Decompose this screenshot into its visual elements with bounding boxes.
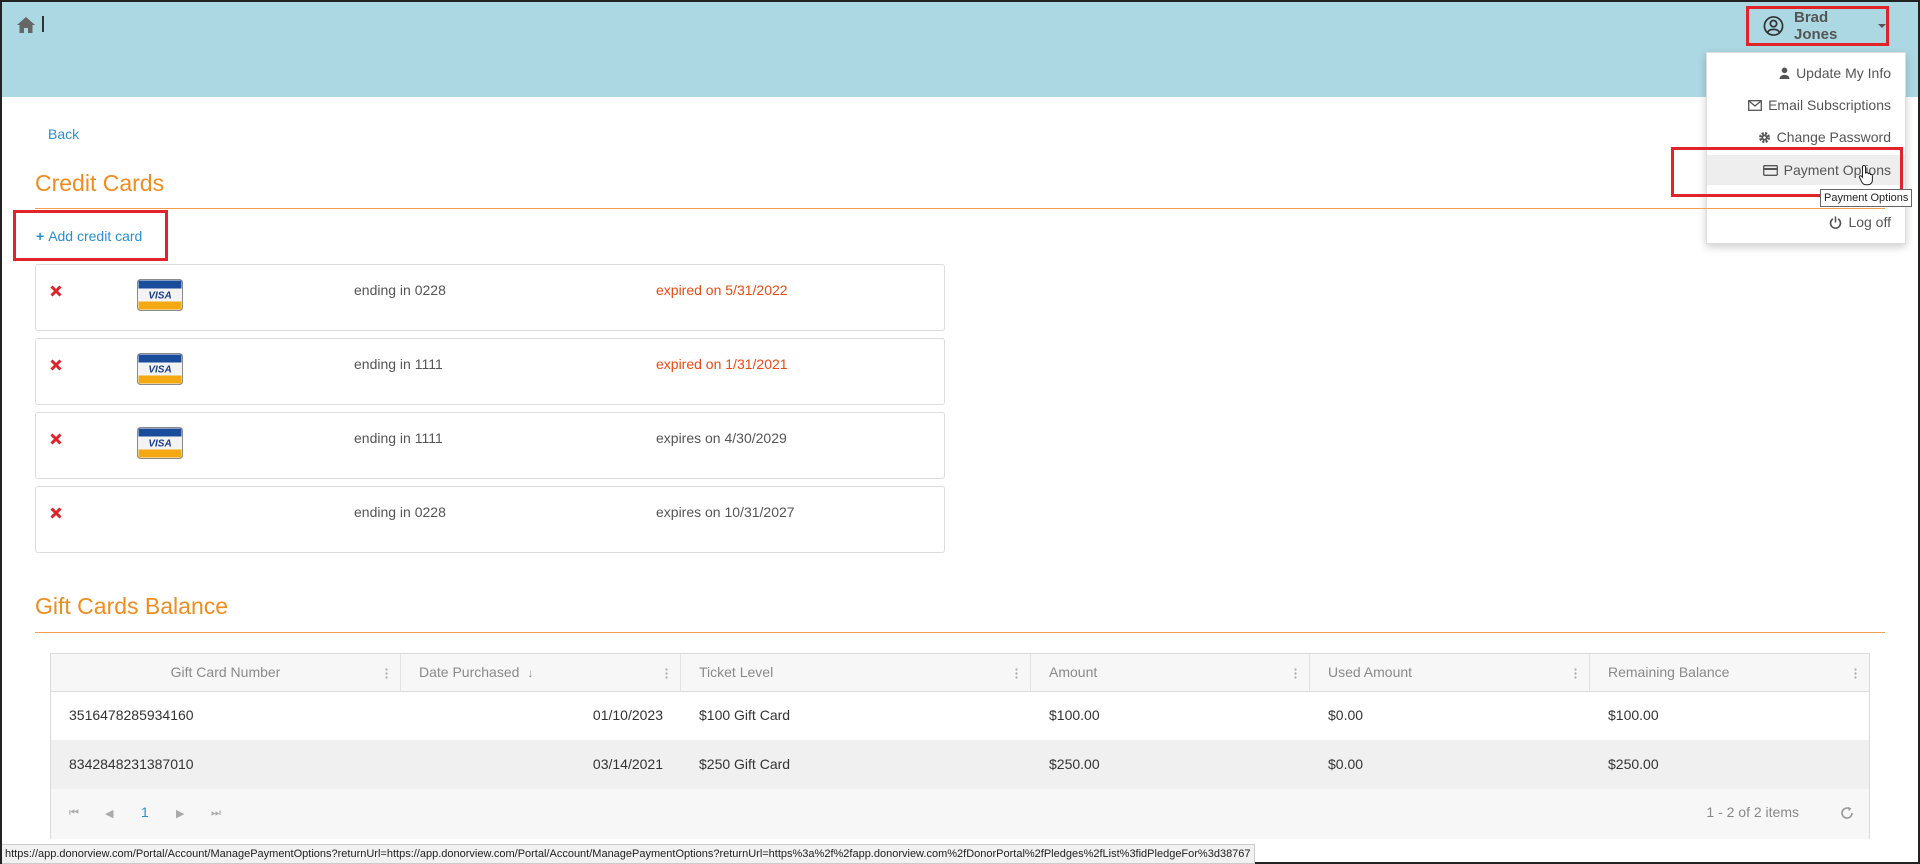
pager: ⏮ ◀ 1 ▶ ⏭ 1 - 2 of 2 items (51, 789, 1869, 839)
svg-text:VISA: VISA (148, 439, 171, 450)
envelope-icon (1748, 99, 1763, 111)
visa-card-icon: VISA (137, 353, 183, 385)
card-ending: ending in 0228 (354, 504, 446, 520)
cell-amount: $100.00 (1049, 707, 1100, 723)
add-credit-card-button[interactable]: + Add credit card (13, 210, 168, 261)
cell-ticket-level: $250 Gift Card (699, 756, 791, 772)
menu-item-log-off[interactable]: Log off (1829, 210, 1891, 234)
card-expiry: expired on 1/31/2021 (656, 356, 788, 372)
cell-amount: $250.00 (1049, 756, 1100, 772)
column-header-remaining-balance[interactable]: Remaining Balance (1590, 654, 1869, 691)
back-link[interactable]: Back (48, 126, 79, 142)
table-row[interactable]: 3516478285934160 01/10/2023 $100 Gift Ca… (51, 691, 1869, 741)
column-menu-icon[interactable] (1015, 668, 1018, 679)
cell-date-purchased: 03/14/2021 (592, 756, 663, 772)
gift-cards-grid: Gift Card Number Date Purchased ↓ Ticket … (50, 653, 1870, 839)
menu-item-label: Update My Info (1796, 65, 1891, 81)
cell-remaining-balance: $250.00 (1608, 756, 1659, 772)
cell-date-purchased: 01/10/2023 (592, 707, 663, 723)
credit-card-row: VISA ending in 1111 expires on 4/30/2029 (35, 412, 945, 479)
plus-icon: + (36, 227, 45, 244)
top-bar (2, 2, 1918, 97)
delete-icon[interactable] (50, 285, 62, 297)
card-ending: ending in 1111 (354, 356, 443, 372)
user-icon (1779, 67, 1790, 79)
card-expiry: expires on 4/30/2029 (656, 430, 787, 446)
refresh-icon[interactable] (1839, 805, 1855, 821)
pager-info: 1 - 2 of 2 items (1706, 804, 1799, 820)
delete-icon[interactable] (50, 507, 62, 519)
previous-page-icon[interactable]: ◀ (105, 807, 113, 820)
cell-used-amount: $0.00 (1328, 707, 1364, 723)
add-credit-card-label: Add credit card (48, 227, 143, 244)
column-menu-icon[interactable] (665, 668, 668, 679)
last-page-icon[interactable]: ⏭ (211, 807, 221, 820)
status-bar-url: https://app.donorview.com/Portal/Account… (2, 844, 1255, 864)
power-icon (1830, 216, 1842, 229)
menu-item-label: Email Subscriptions (1768, 97, 1891, 113)
credit-card-row: VISA ending in 0228 expired on 5/31/2022 (35, 264, 945, 331)
user-name: Brad Jones (1794, 9, 1838, 43)
column-header-gift-card-number[interactable]: Gift Card Number (51, 654, 401, 691)
card-ending: ending in 1111 (354, 430, 443, 446)
cell-used-amount: $0.00 (1328, 756, 1364, 772)
cell-gift-card-number: 3516478285934160 (69, 707, 194, 723)
card-expiry: expired on 5/31/2022 (656, 282, 788, 298)
cell-remaining-balance: $100.00 (1608, 707, 1659, 723)
credit-card-row: ending in 0228 expires on 10/31/2027 (35, 486, 945, 553)
menu-item-update-info[interactable]: Update My Info (1779, 61, 1891, 85)
column-menu-icon[interactable] (385, 668, 388, 679)
column-menu-icon[interactable] (1854, 668, 1857, 679)
menu-item-change-password[interactable]: Change Password (1758, 125, 1891, 149)
page-number[interactable]: 1 (141, 804, 149, 820)
card-expiry: expires on 10/31/2027 (656, 504, 795, 520)
column-header-amount[interactable]: Amount (1031, 654, 1310, 691)
gear-icon (1758, 131, 1770, 143)
svg-text:VISA: VISA (148, 365, 171, 376)
user-menu-button[interactable]: Brad Jones (1746, 6, 1889, 46)
card-ending: ending in 0228 (354, 282, 446, 298)
first-page-icon[interactable]: ⏮ (69, 807, 79, 820)
menu-item-label: Change Password (1776, 129, 1891, 145)
column-menu-icon[interactable] (1574, 668, 1577, 679)
credit-card-row: VISA ending in 1111 expired on 1/31/2021 (35, 338, 945, 405)
menu-item-email-subscriptions[interactable]: Email Subscriptions (1748, 93, 1891, 117)
grid-header: Gift Card Number Date Purchased ↓ Ticket … (51, 654, 1869, 692)
home-icon[interactable] (16, 16, 36, 34)
delete-icon[interactable] (50, 359, 62, 371)
divider (35, 208, 1885, 209)
visa-card-icon: VISA (137, 279, 183, 311)
column-header-date-purchased[interactable]: Date Purchased ↓ (401, 654, 681, 691)
hand-pointer-icon (1858, 164, 1873, 186)
user-circle-icon (1763, 16, 1784, 36)
credit-cards-heading: Credit Cards (35, 170, 165, 196)
cell-gift-card-number: 8342848231387010 (69, 756, 194, 772)
tooltip: Payment Options (1820, 189, 1913, 207)
table-row[interactable]: 8342848231387010 03/14/2021 $250 Gift Ca… (51, 740, 1869, 790)
visa-card-icon: VISA (137, 427, 183, 459)
column-header-ticket-level[interactable]: Ticket Level (681, 654, 1031, 691)
divider (35, 632, 1885, 633)
svg-text:VISA: VISA (148, 291, 171, 302)
chevron-down-icon (1878, 24, 1886, 28)
cell-ticket-level: $100 Gift Card (699, 707, 791, 723)
column-header-used-amount[interactable]: Used Amount (1310, 654, 1590, 691)
gift-cards-heading: Gift Cards Balance (35, 593, 229, 619)
column-menu-icon[interactable] (1294, 668, 1297, 679)
text-caret (42, 16, 44, 32)
next-page-icon[interactable]: ▶ (176, 807, 184, 820)
sort-down-icon: ↓ (527, 666, 534, 680)
menu-item-label: Log off (1848, 214, 1891, 230)
delete-icon[interactable] (50, 433, 62, 445)
